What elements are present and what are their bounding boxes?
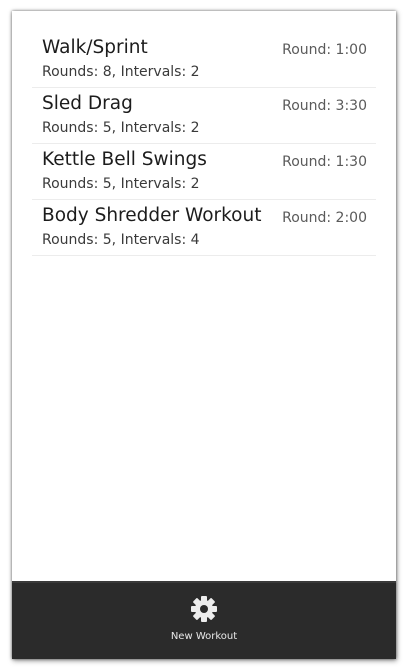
phone-screen: Walk/Sprint Round: 1:00 Rounds: 8, Inter… bbox=[12, 11, 396, 659]
gear-icon bbox=[191, 596, 217, 622]
workout-name: Kettle Bell Swings bbox=[42, 149, 207, 170]
workout-details: Rounds: 5, Intervals: 4 bbox=[42, 232, 200, 248]
action-bar: New Workout bbox=[12, 581, 396, 659]
workout-list-item[interactable]: Body Shredder Workout Round: 2:00 Rounds… bbox=[32, 200, 376, 256]
workout-list: Walk/Sprint Round: 1:00 Rounds: 8, Inter… bbox=[32, 32, 376, 256]
workout-name: Sled Drag bbox=[42, 93, 133, 114]
workout-name: Walk/Sprint bbox=[42, 37, 148, 58]
workout-round-time: Round: 2:00 bbox=[282, 210, 367, 226]
workout-list-item[interactable]: Sled Drag Round: 3:30 Rounds: 5, Interva… bbox=[32, 88, 376, 144]
new-workout-label: New Workout bbox=[170, 631, 238, 642]
workout-round-time: Round: 1:30 bbox=[282, 154, 367, 170]
workout-round-time: Round: 3:30 bbox=[282, 98, 367, 114]
workout-details: Rounds: 5, Intervals: 2 bbox=[42, 120, 200, 136]
workout-name: Body Shredder Workout bbox=[42, 205, 262, 226]
workout-details: Rounds: 8, Intervals: 2 bbox=[42, 64, 200, 80]
workout-round-time: Round: 1:00 bbox=[282, 42, 367, 58]
workout-list-item[interactable]: Walk/Sprint Round: 1:00 Rounds: 8, Inter… bbox=[32, 32, 376, 88]
new-workout-button[interactable]: New Workout bbox=[154, 595, 254, 651]
workout-details: Rounds: 5, Intervals: 2 bbox=[42, 176, 200, 192]
workout-list-item[interactable]: Kettle Bell Swings Round: 1:30 Rounds: 5… bbox=[32, 144, 376, 200]
